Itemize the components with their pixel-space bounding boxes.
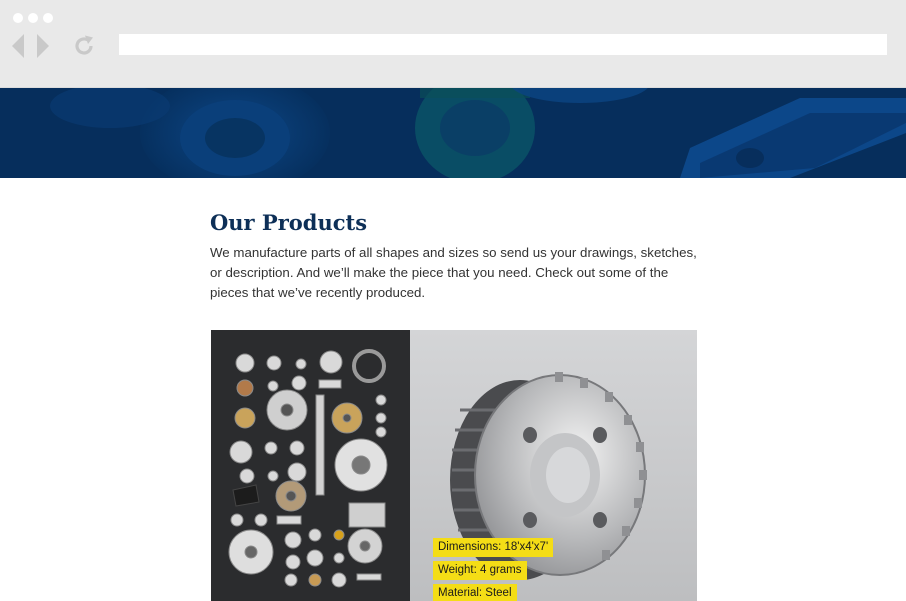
window-minimize-dot[interactable]	[28, 13, 38, 23]
window-close-dot[interactable]	[13, 13, 23, 23]
forward-arrow-icon[interactable]	[35, 34, 49, 58]
window-maximize-dot[interactable]	[43, 13, 53, 23]
back-arrow-icon[interactable]	[12, 34, 26, 58]
address-bar[interactable]	[119, 34, 887, 55]
page-title: Our Products	[210, 210, 368, 235]
product-gallery: Dimensions: 18'x4'x7' Weight: 4 grams Ma…	[211, 330, 697, 601]
machined-parts-photo	[211, 330, 410, 601]
spec-material: Material: Steel	[433, 584, 517, 601]
spec-dimensions: Dimensions: 18'x4'x7'	[433, 538, 554, 557]
hero-banner	[0, 88, 906, 178]
hero-background-image	[0, 88, 906, 178]
reload-icon[interactable]	[72, 34, 96, 58]
products-section: Our Products We manufacture parts of all…	[210, 206, 710, 303]
spec-weight: Weight: 4 grams	[433, 561, 527, 580]
browser-chrome	[0, 0, 906, 88]
intro-paragraph: We manufacture parts of all shapes and s…	[210, 245, 697, 300]
